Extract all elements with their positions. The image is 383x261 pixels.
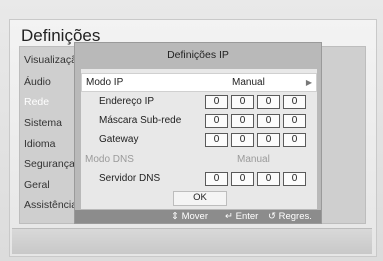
gateway-octet-1[interactable]: 0 <box>205 133 228 147</box>
gateway-octet-2[interactable]: 0 <box>231 133 254 147</box>
enter-hint: ↵ Enter <box>225 210 258 223</box>
sidebar-item-geral[interactable]: Geral <box>24 179 50 191</box>
return-icon: ↺ <box>268 211 276 222</box>
up-down-arrows-icon: ⇕ <box>171 211 179 222</box>
dns-mode-row: Modo DNS Manual <box>81 151 317 170</box>
sidebar-item-assistencia[interactable]: Assistência <box>24 199 77 211</box>
back-hint: ↺ Regres. <box>268 210 312 223</box>
dns-server-octet-2[interactable]: 0 <box>231 172 254 186</box>
enter-icon: ↵ <box>225 211 233 222</box>
subnet-mask-octet-3[interactable]: 0 <box>257 114 280 128</box>
dialog-footer: ⇕ Mover ↵ Enter ↺ Regres. <box>75 210 321 223</box>
dns-server-label: Servidor DNS <box>99 173 161 184</box>
dns-mode-value: Manual <box>237 154 270 165</box>
subnet-mask-octet-1[interactable]: 0 <box>205 114 228 128</box>
gateway-octet-4[interactable]: 0 <box>283 133 306 147</box>
dns-mode-label: Modo DNS <box>85 154 134 165</box>
dialog-body: Modo IP Manual ▶ Endereço IP 0 0 0 0 Más… <box>81 69 317 209</box>
subnet-mask-octet-4[interactable]: 0 <box>283 114 306 128</box>
subnet-mask-octet-2[interactable]: 0 <box>231 114 254 128</box>
ip-mode-value: Manual <box>232 77 265 88</box>
ip-address-row: Endereço IP 0 0 0 0 <box>81 93 317 112</box>
dialog-title: Definições IP <box>167 49 229 61</box>
sidebar-item-idioma[interactable]: Idioma <box>24 138 56 150</box>
sidebar-item-rede[interactable]: Rede <box>24 96 49 108</box>
ip-address-octet-4[interactable]: 0 <box>283 95 306 109</box>
back-label: Regres. <box>278 211 312 222</box>
enter-label: Enter <box>235 211 259 222</box>
ip-address-octet-1[interactable]: 0 <box>205 95 228 109</box>
dns-server-row: Servidor DNS 0 0 0 0 <box>81 170 317 189</box>
ip-address-octet-2[interactable]: 0 <box>231 95 254 109</box>
sidebar-item-seguranca[interactable]: Segurança <box>24 158 75 170</box>
ip-settings-dialog: Definições IP Modo IP Manual ▶ Endereço … <box>74 42 322 224</box>
gateway-label: Gateway <box>99 134 139 145</box>
chevron-right-icon: ▶ <box>305 78 312 87</box>
ip-address-label: Endereço IP <box>99 96 155 107</box>
dns-server-octet-3[interactable]: 0 <box>257 172 280 186</box>
subnet-mask-row: Máscara Sub-rede 0 0 0 0 <box>81 112 317 131</box>
dns-server-octet-4[interactable]: 0 <box>283 172 306 186</box>
gateway-octet-3[interactable]: 0 <box>257 133 280 147</box>
sidebar-item-sistema[interactable]: Sistema <box>24 117 62 129</box>
move-hint: ⇕ Mover <box>171 210 208 223</box>
bottom-strip <box>12 228 372 254</box>
ip-address-octet-3[interactable]: 0 <box>257 95 280 109</box>
ok-button[interactable]: OK <box>173 191 227 206</box>
subnet-mask-label: Máscara Sub-rede <box>99 115 182 126</box>
gateway-row: Gateway 0 0 0 0 <box>81 131 317 150</box>
sidebar-item-audio[interactable]: Áudio <box>24 76 51 88</box>
dns-server-octet-1[interactable]: 0 <box>205 172 228 186</box>
ip-mode-row[interactable]: Modo IP Manual ▶ <box>81 73 317 92</box>
move-label: Mover <box>181 211 209 222</box>
ip-mode-label: Modo IP <box>86 77 124 88</box>
